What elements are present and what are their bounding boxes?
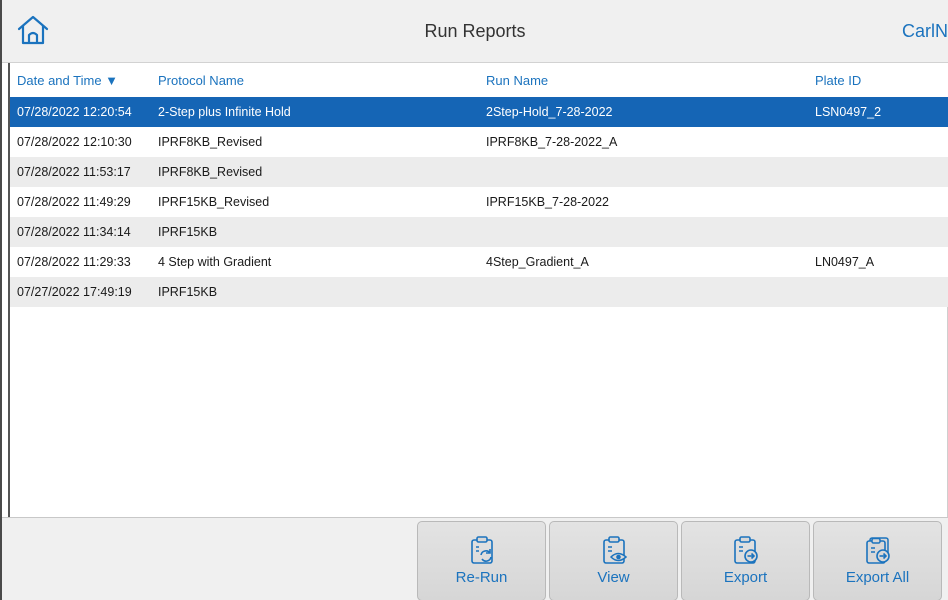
column-header-date-time[interactable]: Date and Time ▼ <box>10 73 151 88</box>
home-button[interactable] <box>8 8 58 56</box>
cell-run-name: IPRF15KB_7-28-2022 <box>486 195 609 209</box>
user-name[interactable]: CarlN <box>902 0 948 63</box>
table-row[interactable]: 07/27/2022 17:49:19 IPRF15KB <box>10 277 948 307</box>
table-row[interactable]: 07/28/2022 12:20:54 2-Step plus Infinite… <box>10 97 948 127</box>
column-header-plate-id[interactable]: Plate ID <box>808 73 948 88</box>
cell-date-time: 07/28/2022 11:49:29 <box>17 195 131 209</box>
home-icon <box>16 14 50 51</box>
export-button[interactable]: Export <box>681 521 810 600</box>
cell-run-name: IPRF8KB_7-28-2022_A <box>486 135 618 149</box>
table-row[interactable]: 07/28/2022 11:34:14 IPRF15KB <box>10 217 948 247</box>
table-header: Date and Time ▼ Protocol Name Run Name P… <box>10 63 948 97</box>
column-header-protocol-name[interactable]: Protocol Name <box>151 73 479 88</box>
column-header-run-name[interactable]: Run Name <box>479 73 808 88</box>
re-run-button[interactable]: Re-Run <box>417 521 546 600</box>
cell-date-time: 07/28/2022 11:34:14 <box>17 225 131 239</box>
cell-plate-id: LN0497_A <box>815 255 875 269</box>
export-label: Export <box>723 569 768 586</box>
cell-protocol-name: IPRF15KB_Revised <box>158 195 270 209</box>
cell-run-name: 2Step-Hold_7-28-2022 <box>486 105 613 119</box>
table-row[interactable]: 07/28/2022 11:49:29 IPRF15KB_Revised IPR… <box>10 187 948 217</box>
cell-run-name: 4Step_Gradient_A <box>486 255 589 269</box>
cell-protocol-name: IPRF8KB_Revised <box>158 165 263 179</box>
cell-date-time: 07/28/2022 12:20:54 <box>17 105 132 119</box>
cell-date-time: 07/28/2022 11:53:17 <box>17 165 131 179</box>
page-title: Run Reports <box>424 21 526 41</box>
table-row[interactable]: 07/28/2022 12:10:30 IPRF8KB_Revised IPRF… <box>10 127 948 157</box>
clipboards-export-icon <box>863 535 893 565</box>
table-row[interactable]: 07/28/2022 11:53:17 IPRF8KB_Revised <box>10 157 948 187</box>
view-button[interactable]: View <box>549 521 678 600</box>
clipboard-eye-icon <box>601 535 627 565</box>
cell-protocol-name: IPRF15KB <box>158 285 218 299</box>
cell-date-time: 07/28/2022 11:29:33 <box>17 255 131 269</box>
cell-protocol-name: IPRF8KB_Revised <box>158 135 263 149</box>
export-all-button[interactable]: Export All <box>813 521 942 600</box>
re-run-label: Re-Run <box>455 569 508 586</box>
cell-protocol-name: 2-Step plus Infinite Hold <box>158 105 291 119</box>
cell-plate-id: LSN0497_2 <box>815 105 882 119</box>
export-all-label: Export All <box>845 569 910 586</box>
view-label: View <box>597 569 630 586</box>
clipboard-export-icon <box>732 535 760 565</box>
table-row[interactable]: 07/28/2022 11:29:33 4 Step with Gradient… <box>10 247 948 277</box>
header-bar: Run Reports CarlN <box>2 0 948 63</box>
cell-protocol-name: 4 Step with Gradient <box>158 255 272 269</box>
clipboard-refresh-icon <box>469 535 495 565</box>
run-reports-table: Date and Time ▼ Protocol Name Run Name P… <box>10 63 948 307</box>
cell-protocol-name: IPRF15KB <box>158 225 218 239</box>
action-bar: Re-Run View Export Export All <box>2 517 948 600</box>
cell-date-time: 07/27/2022 17:49:19 <box>17 285 132 299</box>
cell-date-time: 07/28/2022 12:10:30 <box>17 135 132 149</box>
